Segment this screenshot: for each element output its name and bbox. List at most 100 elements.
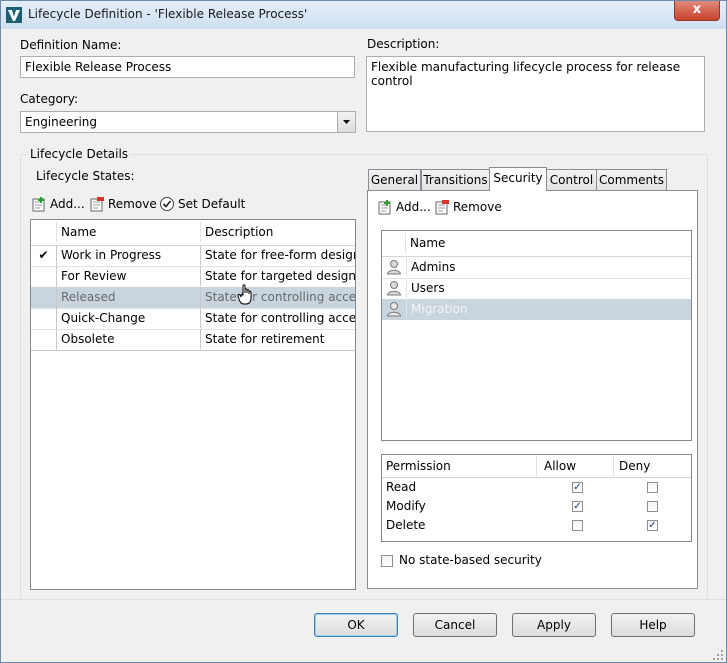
lifecycle-states-label: Lifecycle States: bbox=[36, 169, 135, 183]
tab-control[interactable]: Control bbox=[546, 169, 597, 190]
description-textarea[interactable]: Flexible manufacturing lifecycle process… bbox=[366, 56, 705, 132]
state-name: Released bbox=[57, 287, 201, 307]
state-description: State for controlling acces... bbox=[205, 290, 355, 304]
chevron-down-icon bbox=[343, 120, 350, 124]
permission-name: Modify bbox=[386, 499, 426, 513]
permission-column-header[interactable]: Permission bbox=[382, 456, 537, 476]
remove-member-label: Remove bbox=[453, 200, 502, 214]
permission-name: Delete bbox=[386, 518, 426, 532]
remove-state-button[interactable]: Remove bbox=[89, 195, 157, 213]
remove-member-button[interactable]: Remove bbox=[434, 198, 502, 216]
remove-document-icon bbox=[90, 197, 104, 212]
add-member-button[interactable]: Add... bbox=[377, 198, 431, 216]
default-cell bbox=[31, 287, 57, 308]
member-name: Users bbox=[406, 278, 691, 298]
state-description: State for free-form design ... bbox=[205, 248, 355, 262]
no-state-security-label: No state-based security bbox=[399, 553, 542, 567]
list-item[interactable]: Admins bbox=[382, 257, 691, 279]
list-item-selected[interactable]: Migration bbox=[382, 299, 691, 320]
set-default-label: Set Default bbox=[178, 197, 246, 211]
icon-column-header bbox=[382, 233, 406, 254]
state-name: Quick-Change bbox=[57, 308, 201, 328]
add-state-label: Add... bbox=[50, 197, 85, 211]
tab-transitions[interactable]: Transitions bbox=[421, 169, 490, 190]
lifecycle-details-label: Lifecycle Details bbox=[28, 147, 131, 161]
allow-column-header[interactable]: Allow bbox=[537, 456, 614, 476]
cancel-button[interactable]: Cancel bbox=[413, 613, 497, 637]
add-document-icon bbox=[378, 200, 391, 215]
remove-state-label: Remove bbox=[108, 197, 157, 211]
tab-general[interactable]: General bbox=[368, 169, 421, 190]
permissions-table[interactable]: Permission Allow Deny Read ✓ Modify ✓ De… bbox=[381, 454, 692, 542]
lifecycle-definition-dialog: Lifecycle Definition - 'Flexible Release… bbox=[0, 0, 727, 663]
read-allow-checkbox[interactable]: ✓ bbox=[572, 482, 583, 493]
list-item[interactable]: Users bbox=[382, 278, 691, 300]
tab-comments[interactable]: Comments bbox=[596, 169, 667, 190]
definition-name-label: Definition Name: bbox=[20, 38, 122, 52]
lifecycle-states-table[interactable]: Name Description ✔ Work in Progress Stat… bbox=[30, 219, 356, 590]
state-name: Work in Progress bbox=[57, 245, 201, 265]
tab-security[interactable]: Security bbox=[489, 167, 547, 191]
state-name: Obsolete bbox=[57, 329, 201, 349]
name-column-header[interactable]: Name bbox=[57, 222, 201, 242]
default-check-icon: ✔ bbox=[31, 245, 57, 266]
set-default-button[interactable]: Set Default bbox=[159, 195, 245, 213]
apply-button[interactable]: Apply bbox=[512, 613, 596, 637]
deny-column-header[interactable]: Deny bbox=[614, 456, 691, 476]
permission-row-modify: Modify ✓ bbox=[382, 497, 691, 516]
table-header: Name Description bbox=[31, 220, 355, 246]
members-table-header: Name bbox=[382, 231, 691, 257]
add-member-label: Add... bbox=[396, 200, 431, 214]
category-select[interactable]: Engineering bbox=[20, 111, 356, 133]
default-cell bbox=[31, 308, 57, 329]
table-row[interactable]: ✔ Work in Progress State for free-form d… bbox=[31, 245, 355, 267]
default-cell bbox=[31, 266, 57, 287]
table-row-selected[interactable]: Released State for controlling acces... bbox=[31, 287, 355, 309]
help-button[interactable]: Help bbox=[611, 613, 695, 637]
hand-cursor-icon bbox=[237, 284, 252, 305]
modify-deny-checkbox[interactable] bbox=[647, 501, 658, 512]
definition-name-input[interactable]: Flexible Release Process bbox=[20, 56, 355, 78]
state-name: For Review bbox=[57, 266, 201, 286]
table-row[interactable]: Obsolete State for retirement bbox=[31, 329, 355, 351]
security-members-table[interactable]: Name Admins Users Migration bbox=[381, 230, 692, 441]
category-value: Engineering bbox=[25, 115, 97, 129]
app-logo-icon bbox=[6, 7, 22, 23]
permission-row-read: Read ✓ bbox=[382, 478, 691, 497]
category-label: Category: bbox=[20, 92, 78, 106]
footer-divider bbox=[1, 599, 726, 600]
no-state-security-checkbox[interactable] bbox=[381, 555, 393, 567]
delete-deny-checkbox[interactable]: ✓ bbox=[647, 520, 658, 531]
resize-grip-icon[interactable] bbox=[712, 649, 724, 661]
user-icon bbox=[386, 260, 402, 275]
add-document-icon bbox=[32, 197, 45, 212]
close-button[interactable]: x bbox=[674, 1, 720, 21]
remove-document-icon bbox=[435, 200, 449, 215]
description-label: Description: bbox=[367, 37, 440, 51]
modify-allow-checkbox[interactable]: ✓ bbox=[572, 501, 583, 512]
checkmark-circle-icon bbox=[160, 197, 174, 211]
category-dropdown-button[interactable] bbox=[337, 112, 355, 132]
permissions-table-header: Permission Allow Deny bbox=[382, 455, 691, 478]
permission-row-delete: Delete ✓ bbox=[382, 516, 691, 535]
security-tab-panel: Add... Remove Name Admins Users Migratio… bbox=[367, 190, 698, 589]
state-description: State for targeted design r... bbox=[205, 269, 355, 283]
ok-button[interactable]: OK bbox=[314, 613, 398, 637]
state-description: State for retirement bbox=[205, 332, 325, 346]
window-title: Lifecycle Definition - 'Flexible Release… bbox=[28, 7, 308, 21]
permission-name: Read bbox=[386, 480, 417, 494]
member-name-column-header[interactable]: Name bbox=[406, 233, 691, 253]
default-column-header[interactable] bbox=[31, 222, 57, 243]
user-icon bbox=[386, 302, 402, 317]
table-row[interactable]: Quick-Change State for controlling acces… bbox=[31, 308, 355, 330]
table-row[interactable]: For Review State for targeted design r..… bbox=[31, 266, 355, 288]
title-bar: Lifecycle Definition - 'Flexible Release… bbox=[1, 1, 726, 29]
default-cell bbox=[31, 329, 57, 350]
delete-allow-checkbox[interactable] bbox=[572, 520, 583, 531]
user-icon bbox=[386, 281, 402, 296]
read-deny-checkbox[interactable] bbox=[647, 482, 658, 493]
description-column-header[interactable]: Description bbox=[201, 222, 355, 242]
member-name: Admins bbox=[406, 257, 691, 277]
state-description: State for controlling acces... bbox=[205, 311, 355, 325]
add-state-button[interactable]: Add... bbox=[31, 195, 85, 213]
